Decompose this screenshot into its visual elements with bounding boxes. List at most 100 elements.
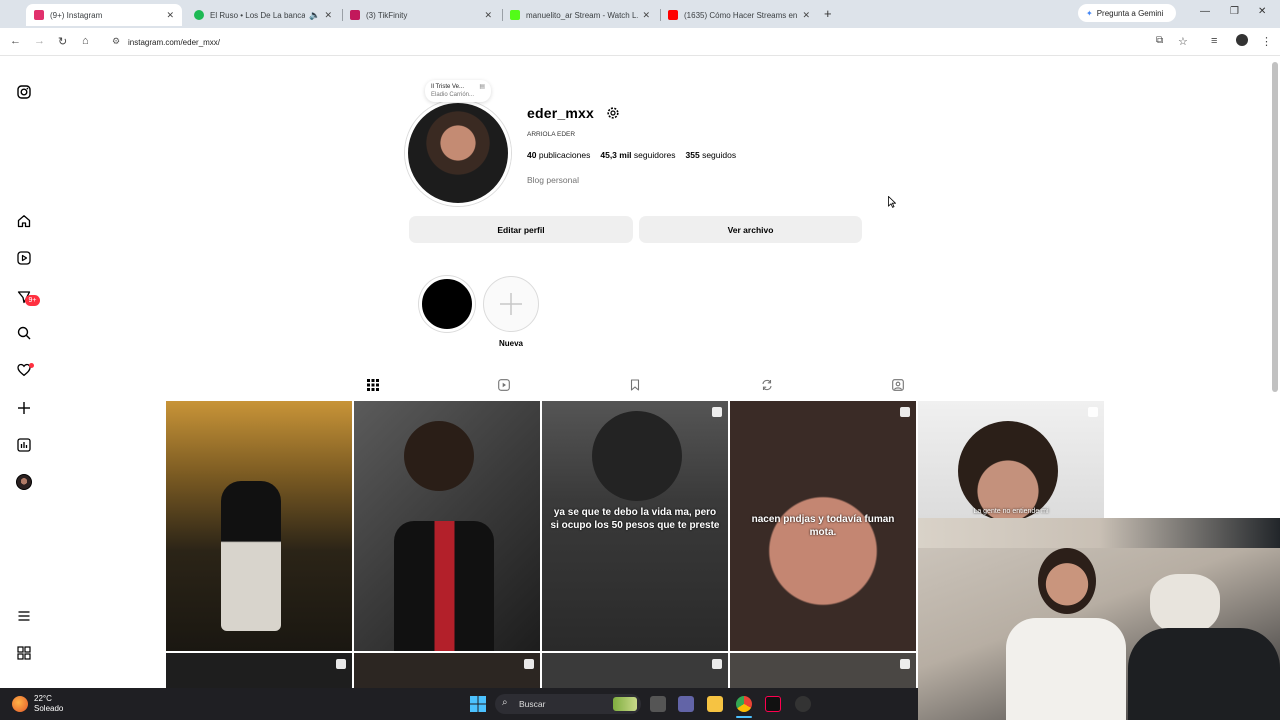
home-icon[interactable]: ⌂: [82, 35, 89, 47]
post-tile[interactable]: [166, 653, 352, 688]
post-tile[interactable]: ya se que te debo la vida ma, pero si oc…: [542, 401, 728, 651]
close-tab-icon[interactable]: ✕: [802, 10, 810, 21]
settings-gear-icon[interactable]: [605, 105, 621, 121]
taskbar-search[interactable]: ⌕ Buscar: [495, 694, 641, 714]
reel-icon: [712, 407, 722, 417]
tab-kick[interactable]: manuelito_ar Stream - Watch L… ✕: [502, 4, 658, 26]
edit-profile-button[interactable]: Editar perfil: [409, 216, 633, 243]
tab-title: (1635) Cómo Hacer Streams en…: [684, 10, 799, 20]
profile-category: Blog personal: [527, 175, 579, 185]
webcam-overlay: [918, 518, 1280, 720]
dashboard-icon[interactable]: [16, 437, 32, 453]
reels-tab-icon[interactable]: [497, 378, 511, 392]
post-thumbnail: [592, 411, 682, 501]
post-tile[interactable]: [354, 653, 540, 688]
post-caption: La gente no entiende mi: [973, 508, 1049, 515]
menu-kebab-icon[interactable]: ⋮: [1261, 35, 1272, 48]
weather-sun-icon[interactable]: [12, 696, 28, 712]
post-tile[interactable]: [542, 653, 728, 688]
profile-full-name: ARRIOLA EDER: [527, 131, 576, 138]
tab-youtube[interactable]: (1635) Cómo Hacer Streams en… ✕: [660, 4, 818, 26]
note-artist: Eladio Carrión...: [431, 92, 475, 98]
scrollbar-thumb[interactable]: [1272, 62, 1278, 392]
spotify-favicon-icon: [194, 10, 204, 20]
following-stat[interactable]: 355 seguidos: [686, 150, 737, 160]
close-tab-icon[interactable]: ✕: [166, 10, 174, 21]
profile-avatar-icon[interactable]: [16, 474, 32, 490]
search-icon[interactable]: [16, 325, 32, 341]
followers-stat[interactable]: 45,3 mil seguidores: [600, 150, 675, 160]
close-tab-icon[interactable]: ✕: [484, 10, 492, 21]
view-archive-button[interactable]: Ver archivo: [639, 216, 862, 243]
post-tile[interactable]: La gente no entiende mi: [918, 401, 1104, 518]
url-text: instagram.com/eder_mxx/: [128, 37, 221, 47]
home-icon[interactable]: [16, 213, 32, 229]
tab-title: El Ruso • Los De La banca: [210, 10, 306, 20]
posts-grid-tab-icon[interactable]: [366, 378, 380, 392]
new-highlight-button[interactable]: [483, 276, 539, 332]
tagged-tab-icon[interactable]: [891, 378, 905, 392]
new-highlight-label: Nueva: [498, 339, 523, 348]
tab-title: manuelito_ar Stream - Watch L…: [526, 10, 639, 20]
profile-note-bubble[interactable]: Il Triste Ve... ▤ Eladio Carrión...: [425, 80, 491, 102]
story-highlight[interactable]: [419, 276, 475, 332]
create-plus-icon[interactable]: [16, 400, 32, 416]
gemini-sparkle-icon: ✦: [1086, 8, 1093, 18]
post-thumbnail: [221, 481, 281, 631]
install-app-icon[interactable]: ⧉: [1156, 35, 1163, 46]
close-window-icon[interactable]: ✕: [1258, 6, 1266, 17]
chrome-icon[interactable]: [736, 696, 752, 712]
posts-count-stat[interactable]: 40 publicaciones: [527, 150, 590, 160]
gemini-button[interactable]: ✦ Pregunta a Gemini: [1078, 4, 1176, 22]
task-view-icon[interactable]: [650, 696, 666, 712]
active-app-indicator: [736, 716, 752, 718]
post-tile[interactable]: [730, 653, 916, 688]
speaker-icon[interactable]: 🔈: [309, 10, 320, 21]
webcam-person-head: [1038, 548, 1096, 614]
posts-count: 40: [527, 150, 537, 160]
close-tab-icon[interactable]: ✕: [324, 10, 332, 21]
profile-stats: 40 publicaciones 45,3 mil seguidores 355…: [527, 150, 736, 160]
reading-list-icon[interactable]: ≡: [1211, 35, 1217, 47]
saved-tab-icon[interactable]: [628, 378, 642, 392]
site-info-icon[interactable]: ⚙: [112, 36, 120, 47]
threads-apps-icon[interactable]: [16, 645, 32, 661]
tab-spotify[interactable]: El Ruso • Los De La banca 🔈 ✕: [186, 4, 340, 26]
following-label: seguidos: [702, 150, 737, 160]
bookmark-star-icon[interactable]: ☆: [1178, 35, 1188, 48]
reel-icon: [712, 659, 722, 669]
profile-avatar-icon[interactable]: [1236, 34, 1248, 46]
forward-icon[interactable]: →: [34, 35, 45, 47]
file-explorer-icon[interactable]: [707, 696, 723, 712]
post-caption: nacen pndjas y todavía fuman mota.: [751, 514, 895, 538]
obs-icon[interactable]: [795, 696, 811, 712]
browser-toolbar: ← → ↻ ⌂ ⚙ instagram.com/eder_mxx/ ⧉ ☆ ≡ …: [0, 28, 1280, 56]
back-icon[interactable]: ←: [10, 35, 21, 47]
new-tab-button[interactable]: +: [824, 6, 832, 21]
tab-instagram[interactable]: (9+) Instagram ✕: [26, 4, 182, 26]
reposts-tab-icon[interactable]: [760, 378, 774, 392]
address-bar[interactable]: ⚙ instagram.com/eder_mxx/: [108, 32, 1148, 52]
weather-temperature[interactable]: 22°C: [34, 694, 52, 703]
close-tab-icon[interactable]: ✕: [642, 10, 650, 21]
reels-icon[interactable]: [16, 250, 32, 266]
weather-description[interactable]: Soleado: [34, 704, 63, 713]
tiktok-icon[interactable]: [765, 696, 781, 712]
minimize-icon[interactable]: —: [1200, 6, 1210, 17]
restore-icon[interactable]: ❐: [1230, 6, 1239, 17]
post-tile[interactable]: nacen pndjas y todavía fuman mota.: [730, 401, 916, 651]
tikfinity-favicon-icon: [350, 10, 360, 20]
webcam-person-body: [1006, 618, 1126, 720]
profile-avatar[interactable]: [405, 100, 511, 206]
post-thumbnail: [958, 421, 1058, 518]
search-highlight-icon: [613, 697, 637, 711]
teams-icon[interactable]: [678, 696, 694, 712]
post-tile[interactable]: [166, 401, 352, 651]
instagram-logo-icon[interactable]: [16, 84, 32, 100]
more-menu-icon[interactable]: [16, 608, 32, 624]
tab-tikfinity[interactable]: (3) TikFinity ✕: [342, 4, 500, 26]
post-tile[interactable]: [354, 401, 540, 651]
reload-icon[interactable]: ↻: [58, 35, 67, 48]
plus-icon: [500, 293, 522, 315]
windows-start-icon[interactable]: [470, 696, 486, 712]
